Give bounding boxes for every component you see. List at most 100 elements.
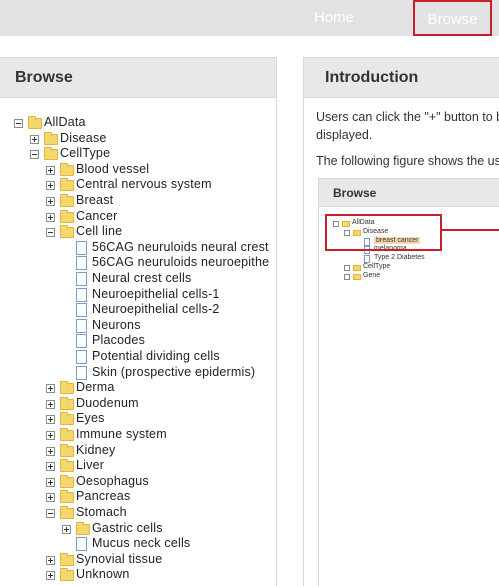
tree-node-label[interactable]: Eyes (76, 411, 105, 425)
expand-toggle-icon[interactable] (46, 181, 55, 191)
tree-node-label[interactable]: 56CAG neuruloids neuroepithe (92, 255, 269, 269)
tree-node-label[interactable]: Neuroepithelial cells-1 (92, 287, 220, 301)
tree-node[interactable]: 56CAG neuruloids neuroepithe (0, 255, 270, 271)
folder-icon (28, 116, 42, 129)
tree-node[interactable]: Unknown (0, 567, 270, 583)
tree-node[interactable]: Potential dividing cells (0, 349, 270, 365)
expand-toggle-icon[interactable] (46, 462, 55, 472)
tree-node[interactable]: Immune system (0, 427, 270, 443)
expand-toggle-icon[interactable] (62, 524, 71, 534)
collapse-toggle-icon[interactable] (14, 119, 23, 128)
tree-node-label[interactable]: 56CAG neuruloids neural crest (92, 240, 269, 254)
tree-node-label[interactable]: Cancer (76, 209, 118, 223)
tree-node-label[interactable]: Central nervous system (76, 177, 212, 191)
expand-toggle-icon[interactable] (46, 212, 55, 222)
tree-node-label[interactable]: Pancreas (76, 489, 130, 503)
expand-toggle-icon[interactable] (30, 134, 39, 144)
tree-node-label[interactable]: CellType (60, 146, 110, 160)
tree-node-label[interactable]: Synovial tissue (76, 552, 162, 566)
tree-node-label[interactable]: Unknown (76, 567, 130, 581)
expand-toggle-icon[interactable] (46, 399, 55, 409)
tree-node-label[interactable]: Oesophagus (76, 474, 149, 488)
tree-node[interactable]: Liver (0, 458, 270, 474)
tree-node[interactable]: Neurons (0, 318, 270, 334)
collapse-toggle-icon[interactable] (46, 228, 55, 238)
tree-node[interactable]: Neuroepithelial cells-2 (0, 302, 270, 318)
tree-node[interactable]: 56CAG neuruloids neural crest (0, 240, 270, 256)
folder-icon (60, 412, 74, 426)
tree-node[interactable]: Kidney (0, 443, 270, 459)
tree-node-label[interactable]: Cell line (76, 224, 122, 238)
expand-toggle-icon[interactable] (46, 571, 55, 581)
collapse-toggle-icon[interactable] (46, 509, 55, 518)
expand-toggle-icon[interactable] (46, 555, 55, 565)
expand-toggle-icon (344, 273, 350, 280)
folder-icon (353, 273, 361, 280)
folder-icon (60, 194, 74, 207)
tree-node[interactable]: Breast (0, 193, 270, 209)
tree-node[interactable]: Synovial tissue (0, 552, 270, 568)
nav-browse-link[interactable]: Browse (413, 0, 492, 36)
tree-node[interactable]: Cancer (0, 209, 270, 225)
file-icon (76, 240, 87, 255)
file-icon (76, 334, 87, 349)
tree-node[interactable]: Oesophagus (0, 474, 270, 490)
tree-node[interactable]: Stomach (0, 505, 270, 521)
tree-node[interactable]: Duodenum (0, 396, 270, 412)
tree-node-label[interactable]: AllData (44, 115, 86, 129)
tree-node[interactable]: Neural crest cells (0, 271, 270, 287)
tree-node-label[interactable]: Breast (76, 193, 113, 207)
collapse-toggle-icon[interactable] (30, 150, 39, 160)
tree-node-label[interactable]: Stomach (76, 505, 127, 519)
tree-node[interactable]: CellType (0, 146, 270, 162)
tree-node-label[interactable]: Kidney (76, 443, 115, 457)
expand-toggle-icon[interactable] (46, 415, 55, 425)
tree-node[interactable]: Derma (0, 380, 270, 396)
figure-tree-node-label: Gene (363, 271, 381, 279)
folder-icon (60, 162, 74, 176)
tree-node-label[interactable]: Liver (76, 458, 104, 472)
tree-node[interactable]: Disease (0, 131, 270, 147)
tree-node-label[interactable]: Placodes (92, 333, 145, 347)
expand-toggle-icon[interactable] (46, 197, 55, 206)
tree-node[interactable]: Placodes (0, 333, 270, 349)
tree-node[interactable]: Cell line (0, 224, 270, 240)
tree-node-label[interactable]: Neurons (92, 318, 141, 332)
tree-node-label[interactable]: Gastric cells (92, 521, 163, 535)
tree-node-label[interactable]: Immune system (76, 427, 167, 441)
file-icon (76, 303, 87, 318)
tree-node[interactable]: Gastric cells (0, 521, 270, 537)
tree-node[interactable]: Mucus neck cells (0, 536, 270, 552)
expand-toggle-icon[interactable] (46, 477, 55, 487)
tree-node-label[interactable]: Duodenum (76, 396, 139, 410)
folder-icon (60, 428, 74, 441)
tree-node-label[interactable]: Mucus neck cells (92, 536, 190, 550)
folder-icon (60, 506, 74, 519)
tree-node[interactable]: Skin (prospective epidermis) (0, 365, 270, 381)
tree-node[interactable]: Blood vessel (0, 162, 270, 178)
tree-node-label[interactable]: Neuroepithelial cells-2 (92, 302, 220, 316)
figure-tree-node-label: CellType (363, 263, 391, 270)
expand-toggle-icon[interactable] (46, 431, 55, 440)
expand-toggle-icon[interactable] (46, 446, 55, 456)
expand-toggle-icon[interactable] (46, 165, 55, 175)
folder-icon (76, 521, 90, 535)
tree-node-label[interactable]: Neural crest cells (92, 271, 191, 285)
file-icon (76, 350, 87, 364)
tree-node-label[interactable]: Derma (76, 380, 115, 394)
tree-node-label[interactable]: Skin (prospective epidermis) (92, 365, 255, 379)
tree-node[interactable]: Pancreas (0, 489, 270, 505)
expand-toggle-icon[interactable] (46, 493, 55, 503)
expand-toggle-icon[interactable] (46, 384, 55, 394)
tree-node-label[interactable]: Potential dividing cells (92, 349, 220, 363)
tree-node[interactable]: Central nervous system (0, 177, 270, 193)
tree-node[interactable]: AllData (0, 115, 270, 131)
tree-node-label[interactable]: Disease (60, 131, 107, 145)
nav-home-link[interactable]: Home (306, 0, 362, 36)
folder-icon (60, 552, 74, 566)
figure-browse-title: Browse (319, 179, 499, 207)
tree-node-label[interactable]: Blood vessel (76, 162, 149, 176)
tree-node[interactable]: Neuroepithelial cells-1 (0, 287, 270, 303)
tree-node[interactable]: Eyes (0, 411, 270, 427)
folder-icon (60, 490, 74, 504)
